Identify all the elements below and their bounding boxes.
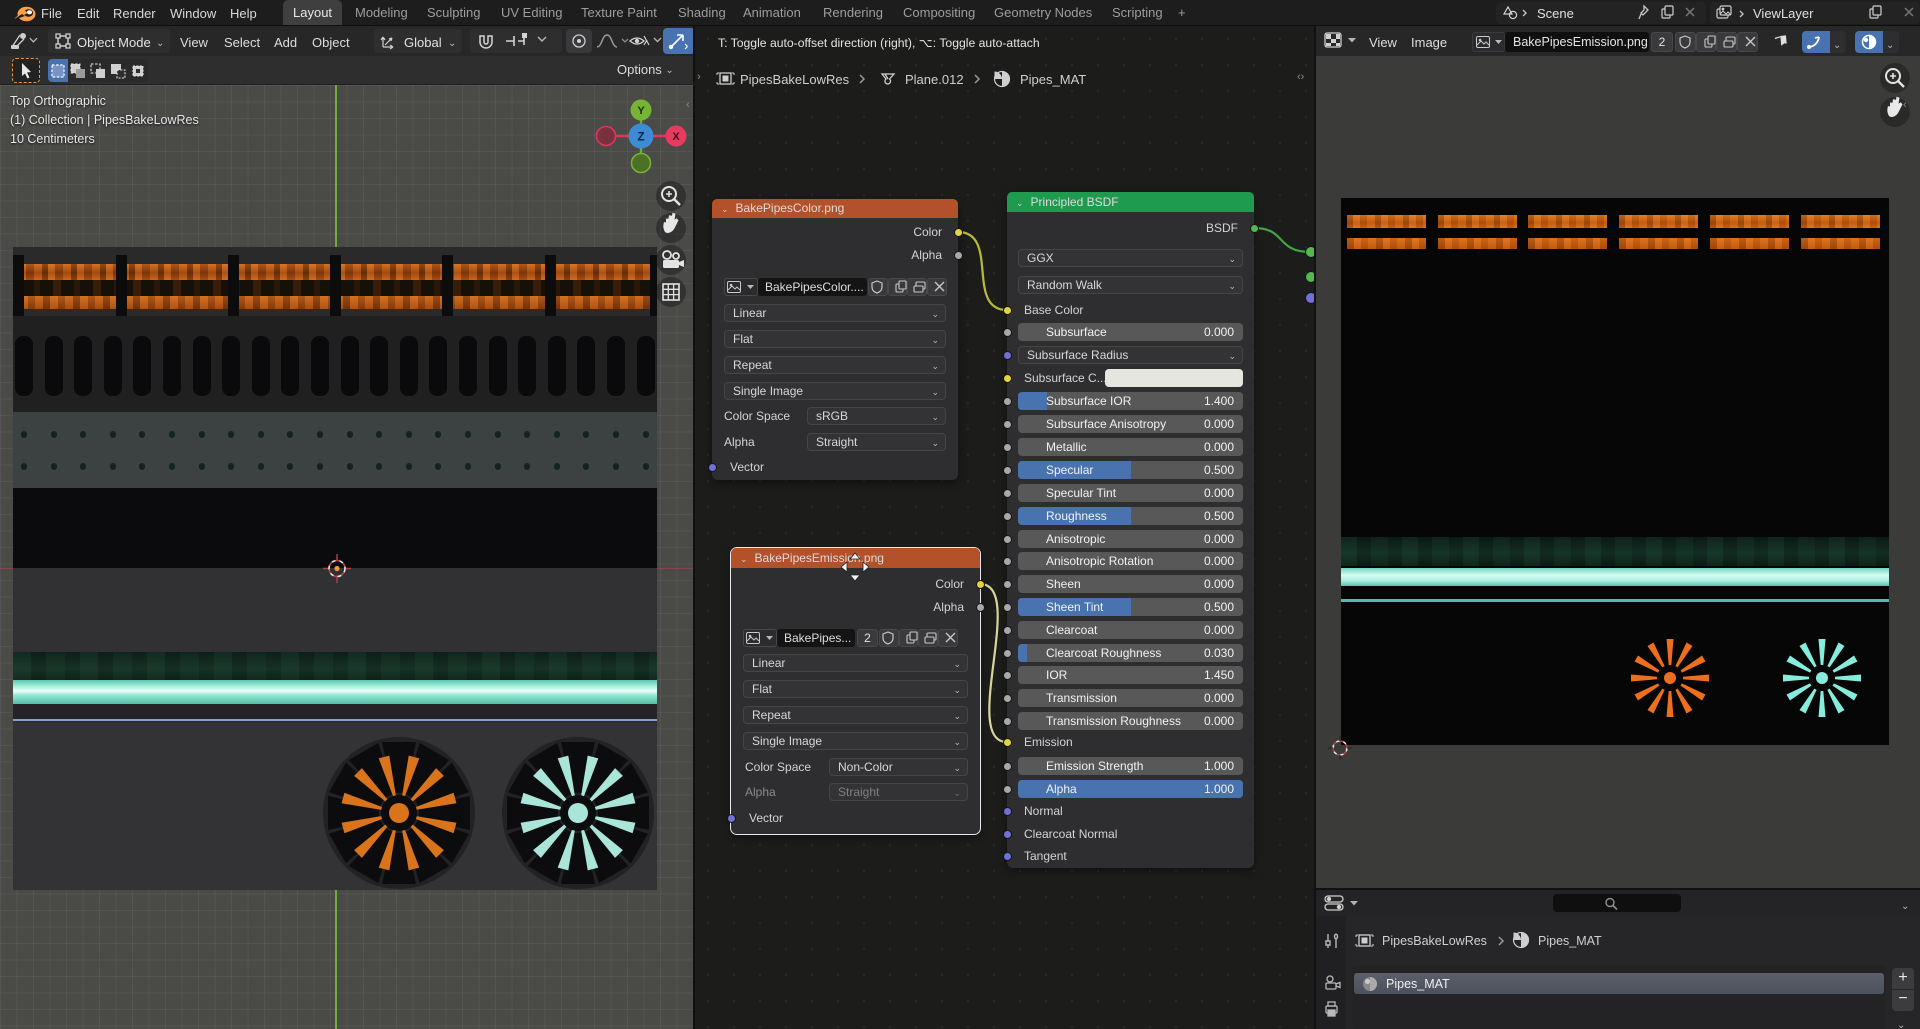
svg-text:Y: Y: [637, 105, 645, 117]
svg-text:X: X: [672, 131, 680, 143]
svg-text:Z: Z: [637, 132, 644, 144]
